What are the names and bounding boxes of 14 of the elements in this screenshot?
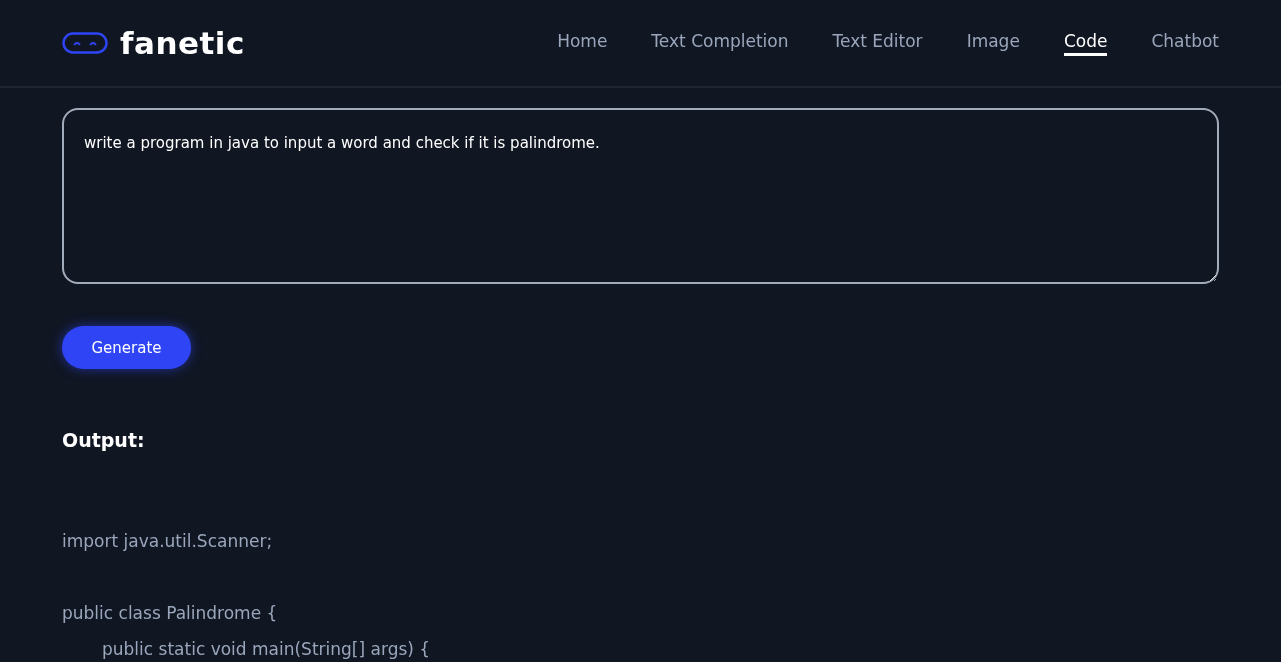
- nav-link[interactable]: Image: [966, 30, 1020, 56]
- code-line: public static void main(String[] args) {: [101, 638, 432, 661]
- brand-name: fanetic: [120, 25, 245, 61]
- output-heading: Output:: [62, 429, 146, 451]
- prompt-field[interactable]: write a program in java to input a word and check if it is palindrome.: [62, 108, 1219, 284]
- nav-link[interactable]: Chatbot: [1151, 30, 1219, 56]
- code-line: import java.util.Scanner;: [62, 530, 274, 553]
- nav-link[interactable]: Home: [557, 30, 608, 56]
- logo-icon: [62, 32, 108, 54]
- nav-link[interactable]: Code: [1063, 30, 1108, 56]
- code-line: public class Palindrome {: [62, 602, 279, 625]
- nav-link[interactable]: Text Completion: [651, 30, 789, 56]
- nav-link[interactable]: Text Editor: [832, 30, 923, 56]
- generate-button[interactable]: Generate: [62, 326, 191, 369]
